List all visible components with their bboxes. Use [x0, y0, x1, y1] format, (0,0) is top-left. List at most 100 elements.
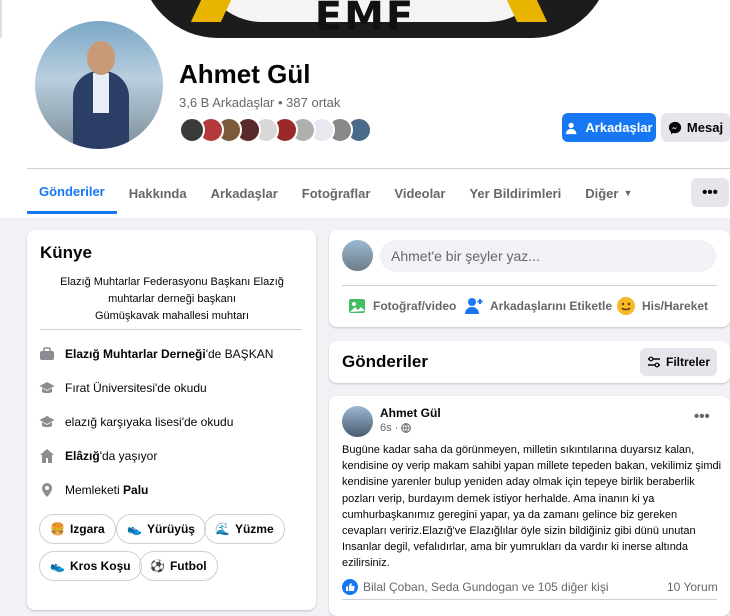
tab-friends[interactable]: Arkadaşlar	[199, 172, 290, 214]
hobby-label: Futbol	[169, 559, 207, 573]
post-time-text: 6s ·	[380, 422, 399, 434]
tab-label: Yer Bildirimleri	[469, 185, 562, 201]
composer-input[interactable]: Ahmet'e bir şeyler yaz...	[380, 240, 716, 272]
tab-label: Videolar	[394, 185, 446, 201]
hobby-chip-cross-country[interactable]: 👟 Kros Koşu	[39, 551, 142, 581]
tag-friends-button[interactable]: Arkadaşlarını Etiketle	[464, 292, 612, 320]
tab-about[interactable]: Hakkında	[117, 172, 199, 214]
hobby-chip-football[interactable]: ⚽ Futbol	[139, 551, 218, 581]
hobby-chip-walking[interactable]: 👟 Yürüyüş	[116, 514, 206, 544]
intro-item-lives-in: Elâzığ'da yaşıyor	[39, 448, 157, 464]
mutual-friend-avatar[interactable]	[179, 117, 205, 143]
more-options-button[interactable]: •••	[691, 178, 729, 207]
avatar-head	[87, 41, 115, 75]
wave-icon: 🌊	[215, 522, 230, 536]
feeling-activity-button[interactable]: His/Hareket	[616, 292, 708, 320]
tag-friends-label: Arkadaşlarını Etiketle	[490, 299, 613, 313]
post-timestamp[interactable]: 6s ·	[380, 422, 412, 434]
hobby-label: Yüzme	[234, 522, 274, 536]
header-divider	[27, 168, 730, 169]
like-icon	[342, 579, 358, 595]
tab-label: Gönderiler	[39, 184, 105, 199]
intro-title: Künye	[40, 243, 92, 262]
tag-people-icon	[465, 298, 483, 314]
post-comments-count[interactable]: 10 Yorum	[667, 580, 718, 594]
globe-icon	[401, 423, 412, 433]
profile-header: EMF Ahmet Gül 3,6 B Arkadaşlar • 387 ort…	[0, 0, 730, 218]
intro-item-suffix: 'de BAŞKAN	[205, 347, 274, 361]
tab-label: Fotoğraflar	[301, 185, 371, 201]
intro-bio: Elazığ Muhtarlar Federasyonu Başkanı Ela…	[47, 274, 297, 325]
hobby-label: Kros Koşu	[69, 559, 131, 573]
graduation-cap-icon	[39, 414, 55, 430]
post-reactions[interactable]: Bilal Çoban, Seda Gundogan ve 105 diğer …	[342, 579, 609, 595]
intro-item-text: Elâzığ'da yaşıyor	[65, 449, 157, 463]
post-composer: Ahmet'e bir şeyler yaz... Fotoğraf/video…	[329, 230, 730, 327]
intro-item-text: Elazığ Muhtarlar Derneği'de BAŞKAN	[65, 347, 273, 361]
intro-item-text: elazığ karşıyaka lisesi'de okudu	[65, 415, 234, 429]
friends-summary[interactable]: 3,6 B Arkadaşlar • 387 ortak	[179, 95, 340, 110]
photo-video-label: Fotoğraf/video	[373, 299, 457, 313]
friends-button[interactable]: Arkadaşlar	[562, 113, 656, 142]
post-text: Bugüne kadar saha da görünmeyen, milleti…	[342, 444, 722, 570]
filters-button[interactable]: Filtreler	[640, 348, 717, 376]
city-link[interactable]: Elâzığ	[65, 449, 100, 463]
graduation-cap-icon	[39, 380, 55, 396]
hobby-label: Izgara	[69, 522, 105, 536]
photo-icon	[349, 299, 365, 313]
profile-tabs: Gönderiler Hakkında Arkadaşlar Fotoğrafl…	[27, 172, 644, 216]
shoe-icon: 👟	[127, 522, 142, 536]
bio-line: Elazığ Muhtarlar Federasyonu Başkanı Ela…	[60, 276, 284, 288]
tab-photos[interactable]: Fotoğraflar	[290, 172, 383, 214]
hometown-link[interactable]: Palu	[123, 483, 148, 497]
sliders-icon	[647, 356, 660, 368]
intro-item-work: Elazığ Muhtarlar Derneği'de BAŞKAN	[39, 346, 273, 362]
composer-divider	[342, 285, 717, 286]
post-card: Ahmet Gül 6s · ••• Bugüne kadar saha da …	[329, 396, 730, 616]
intro-divider	[40, 329, 302, 330]
feeling-activity-label: His/Hareket	[642, 299, 709, 313]
post-author-name[interactable]: Ahmet Gül	[380, 406, 441, 420]
hobby-chip-swimming[interactable]: 🌊 Yüzme	[204, 514, 285, 544]
home-icon	[39, 448, 55, 464]
location-pin-icon	[39, 482, 55, 498]
avatar-shirt	[93, 73, 109, 113]
intro-item-suffix: 'da yaşıyor	[99, 449, 158, 463]
message-button[interactable]: Mesaj	[661, 113, 730, 142]
profile-avatar[interactable]	[31, 17, 167, 153]
messenger-icon	[668, 121, 682, 134]
post-more-button[interactable]: •••	[694, 408, 710, 425]
post-author-avatar[interactable]	[342, 406, 373, 437]
intro-card: Künye Elazığ Muhtarlar Federasyonu Başka…	[27, 230, 316, 610]
reactions-text: Bilal Çoban, Seda Gundogan ve 105 diğer …	[363, 580, 609, 594]
tab-label: Diğer	[585, 185, 619, 201]
shoe-icon: 👟	[50, 559, 65, 573]
tab-check-ins[interactable]: Yer Bildirimleri	[457, 172, 573, 214]
intro-item-hometown: Memleketi Palu	[39, 482, 148, 498]
profile-name: Ahmet Gül	[179, 59, 311, 89]
composer-avatar[interactable]	[342, 240, 373, 271]
tab-videos[interactable]: Videolar	[382, 172, 457, 214]
soccer-ball-icon: ⚽	[150, 559, 165, 573]
bio-line: muhtarlar derneği başkanı	[108, 293, 236, 305]
bio-line: Gümüşkavak mahallesi muhtarı	[94, 310, 250, 322]
message-button-label: Mesaj	[686, 120, 724, 135]
intro-item-prefix: Memleketi	[65, 483, 124, 497]
intro-item-university: Fırat Üniversitesi'de okudu	[39, 380, 207, 396]
intro-item-text: Memleketi Palu	[65, 483, 148, 497]
photo-video-button[interactable]: Fotoğraf/video	[347, 292, 456, 320]
hobby-label: Yürüyüş	[146, 522, 195, 536]
tab-posts[interactable]: Gönderiler	[27, 172, 117, 214]
filters-label: Filtreler	[665, 355, 710, 369]
intro-item-highschool: elazığ karşıyaka lisesi'de okudu	[39, 414, 233, 430]
tab-more[interactable]: Diğer ▼	[573, 172, 644, 214]
briefcase-icon	[39, 346, 55, 362]
person-check-icon	[566, 122, 577, 134]
hobby-chip-grill[interactable]: 🍔 Izgara	[39, 514, 116, 544]
friends-button-label: Arkadaşlar	[585, 120, 653, 135]
posts-title: Gönderiler	[342, 352, 428, 371]
workplace-link[interactable]: Elazığ Muhtarlar Derneği	[65, 347, 206, 361]
cover-edge	[0, 0, 2, 38]
smiley-icon	[617, 297, 635, 315]
tab-label: Hakkında	[128, 185, 187, 201]
